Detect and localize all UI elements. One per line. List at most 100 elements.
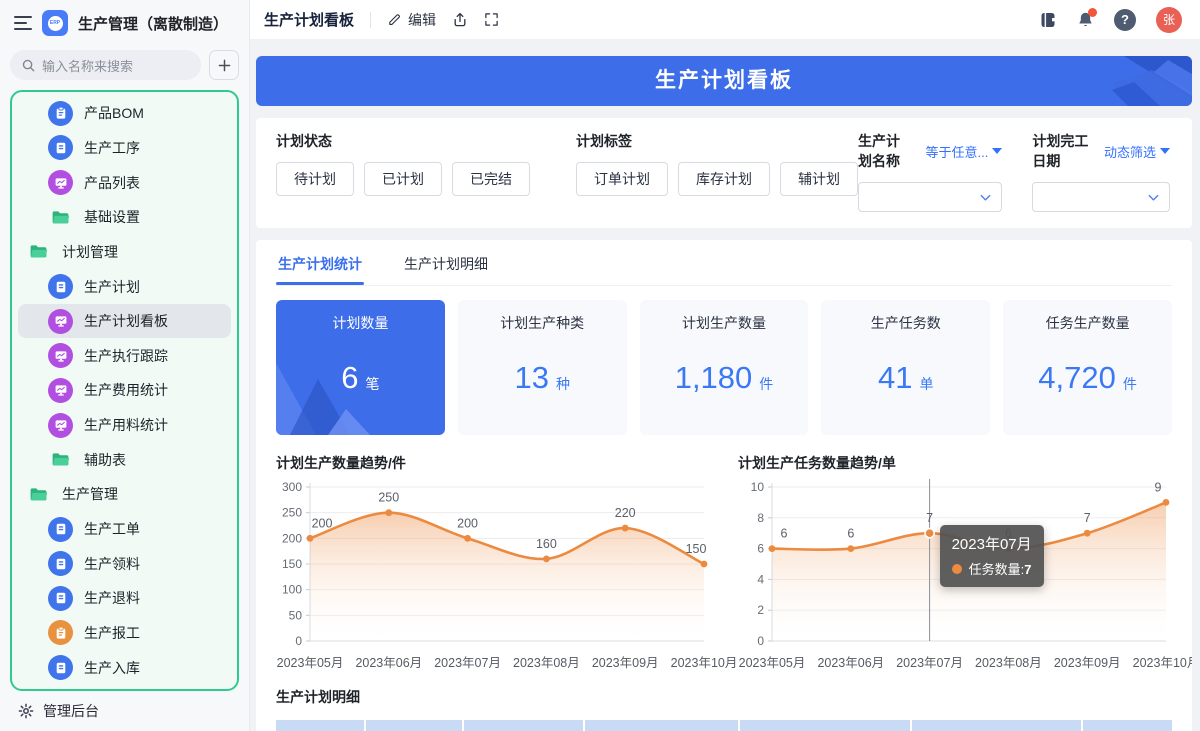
sidebar-item[interactable]: 产品BOM: [18, 96, 231, 131]
help-button[interactable]: ?: [1114, 9, 1136, 31]
sidebar-item[interactable]: 生产工单: [18, 512, 231, 547]
svg-text:2023年07月: 2023年07月: [434, 656, 501, 670]
sidebar-item[interactable]: 计划管理: [18, 235, 231, 270]
sidebar-item[interactable]: 生产入库: [18, 650, 231, 685]
stat-card[interactable]: 计划生产数量1,180件: [640, 300, 809, 435]
avatar[interactable]: 张: [1156, 7, 1182, 33]
chart-title: 计划生产数量趋势/件: [276, 453, 710, 473]
stat-card[interactable]: 计划生产种类13种: [458, 300, 627, 435]
sidebar-item-label: 生产退料: [84, 588, 140, 608]
svg-text:2023年08月: 2023年08月: [975, 656, 1042, 670]
add-button[interactable]: [209, 50, 239, 80]
line-chart[interactable]: 0501001502002503002002502001602201502023…: [276, 475, 710, 673]
table-header-cell[interactable]: [276, 720, 366, 731]
stat-cards: 计划数量6笔计划生产种类13种计划生产数量1,180件生产任务数41单任务生产数…: [276, 300, 1172, 435]
svg-text:50: 50: [289, 608, 303, 622]
finish-date-operator[interactable]: 动态筛选: [1104, 142, 1170, 161]
sidebar-item[interactable]: 生产领料: [18, 546, 231, 581]
plan-tag-option[interactable]: 库存计划: [678, 162, 770, 196]
document-icon: [48, 517, 73, 542]
sidebar-item[interactable]: 生产计划看板: [18, 304, 231, 339]
folder-icon: [48, 452, 73, 467]
sidebar-item[interactable]: 产品列表: [18, 165, 231, 200]
svg-text:2023年05月: 2023年05月: [277, 656, 344, 670]
table-header-cell[interactable]: [585, 720, 740, 731]
banner-decoration: [1042, 56, 1192, 106]
finish-date-select[interactable]: [1032, 182, 1170, 212]
topbar-right: ? 张: [1039, 7, 1182, 33]
stat-card[interactable]: 任务生产数量4,720件: [1003, 300, 1172, 435]
app-title: 生产管理（离散制造）: [78, 13, 228, 34]
fullscreen-button[interactable]: [484, 12, 499, 27]
menu-toggle-icon[interactable]: [14, 16, 32, 30]
sidebar-item[interactable]: 生产管理: [18, 477, 231, 512]
notifications-button[interactable]: [1077, 11, 1094, 28]
dashboard-icon: [48, 378, 73, 403]
sidebar-item-label: 生产计划: [84, 277, 140, 297]
sidebar-item[interactable]: 生产计划: [18, 269, 231, 304]
line-chart[interactable]: 02468106676792023年05月2023年06月2023年07月202…: [738, 475, 1172, 673]
sidebar-item-label: 基础设置: [84, 207, 140, 227]
share-button[interactable]: [452, 12, 468, 28]
svg-text:250: 250: [282, 506, 302, 520]
dashboard-icon: [48, 343, 73, 368]
edit-button[interactable]: 编辑: [387, 10, 436, 30]
stat-card[interactable]: 生产任务数41单: [821, 300, 990, 435]
charts-row: 计划生产数量趋势/件 05010015020025030020025020016…: [276, 453, 1172, 673]
sidebar-item[interactable]: 生产工序: [18, 131, 231, 166]
table-header-cell[interactable]: 生产产品明: [1083, 720, 1172, 731]
tab-plan-detail[interactable]: 生产计划明细: [402, 240, 490, 285]
statistics-panel: 生产计划统计生产计划明细 计划数量6笔计划生产种类13种计划生产数量1,180件…: [256, 240, 1192, 731]
fullscreen-icon: [484, 12, 499, 27]
journal-button[interactable]: [1039, 11, 1057, 29]
sidebar-item[interactable]: 生产执行跟踪: [18, 338, 231, 373]
filter-status-label: 计划状态: [276, 131, 530, 151]
search-input[interactable]: 输入名称来搜索: [10, 50, 201, 80]
plan-status-option[interactable]: 已计划: [364, 162, 442, 196]
plan-tag-option[interactable]: 辅计划: [780, 162, 858, 196]
table-header-cell[interactable]: [912, 720, 1083, 731]
sidebar-item-label: 生产执行跟踪: [84, 346, 168, 366]
sidebar-item[interactable]: 生产用料统计: [18, 408, 231, 443]
topbar: 生产计划看板 编辑 ? 张: [250, 0, 1200, 40]
sidebar-item[interactable]: 生产退料: [18, 581, 231, 616]
folder-icon: [26, 487, 51, 502]
svg-text:2023年09月: 2023年09月: [592, 656, 659, 670]
document-icon: [48, 586, 73, 611]
chevron-down-icon: [1147, 191, 1160, 204]
svg-text:0: 0: [295, 634, 302, 648]
svg-text:200: 200: [312, 516, 333, 530]
stat-card-title: 任务生产数量: [1046, 313, 1130, 333]
stat-card-value: 1,180: [675, 360, 753, 396]
document-icon: [48, 135, 73, 160]
plan-tag-option[interactable]: 订单计划: [576, 162, 668, 196]
admin-backend-link[interactable]: 管理后台: [10, 691, 239, 731]
table-header-cell[interactable]: [366, 720, 464, 731]
dashboard-content: 生产计划看板 计划状态 待计划已计划已完结 计划标签 订单计划库存计划辅计划 生…: [250, 40, 1200, 731]
plan-name-operator[interactable]: 等于任意...: [926, 142, 1003, 161]
plan-status-option[interactable]: 已完结: [452, 162, 530, 196]
sidebar-item-label: 生产用料统计: [84, 415, 168, 435]
svg-text:0: 0: [757, 634, 764, 648]
sidebar-item-label: 计划管理: [62, 242, 118, 262]
filter-finish-date-label: 计划完工日期: [1032, 131, 1092, 171]
svg-text:100: 100: [282, 583, 302, 597]
sidebar-item-label: 生产管理: [62, 484, 118, 504]
sidebar-item[interactable]: 辅助表: [18, 442, 231, 477]
sidebar-item[interactable]: 生产报工: [18, 616, 231, 651]
plan-name-select[interactable]: [858, 182, 1002, 212]
sidebar-item[interactable]: 基础设置: [18, 200, 231, 235]
sidebar-item-label: 生产报工: [84, 623, 140, 643]
svg-text:6: 6: [757, 542, 764, 556]
table-header-cell[interactable]: [740, 720, 912, 731]
tab-plan-statistics[interactable]: 生产计划统计: [276, 240, 364, 285]
folder-icon: [48, 210, 73, 225]
journal-icon: [1039, 11, 1057, 29]
document-icon: [48, 655, 73, 680]
table-header-cell[interactable]: [464, 720, 585, 731]
svg-text:300: 300: [282, 480, 302, 494]
stat-card[interactable]: 计划数量6笔: [276, 300, 445, 435]
svg-text:7: 7: [926, 511, 933, 525]
plan-status-option[interactable]: 待计划: [276, 162, 354, 196]
sidebar-item[interactable]: 生产费用统计: [18, 373, 231, 408]
